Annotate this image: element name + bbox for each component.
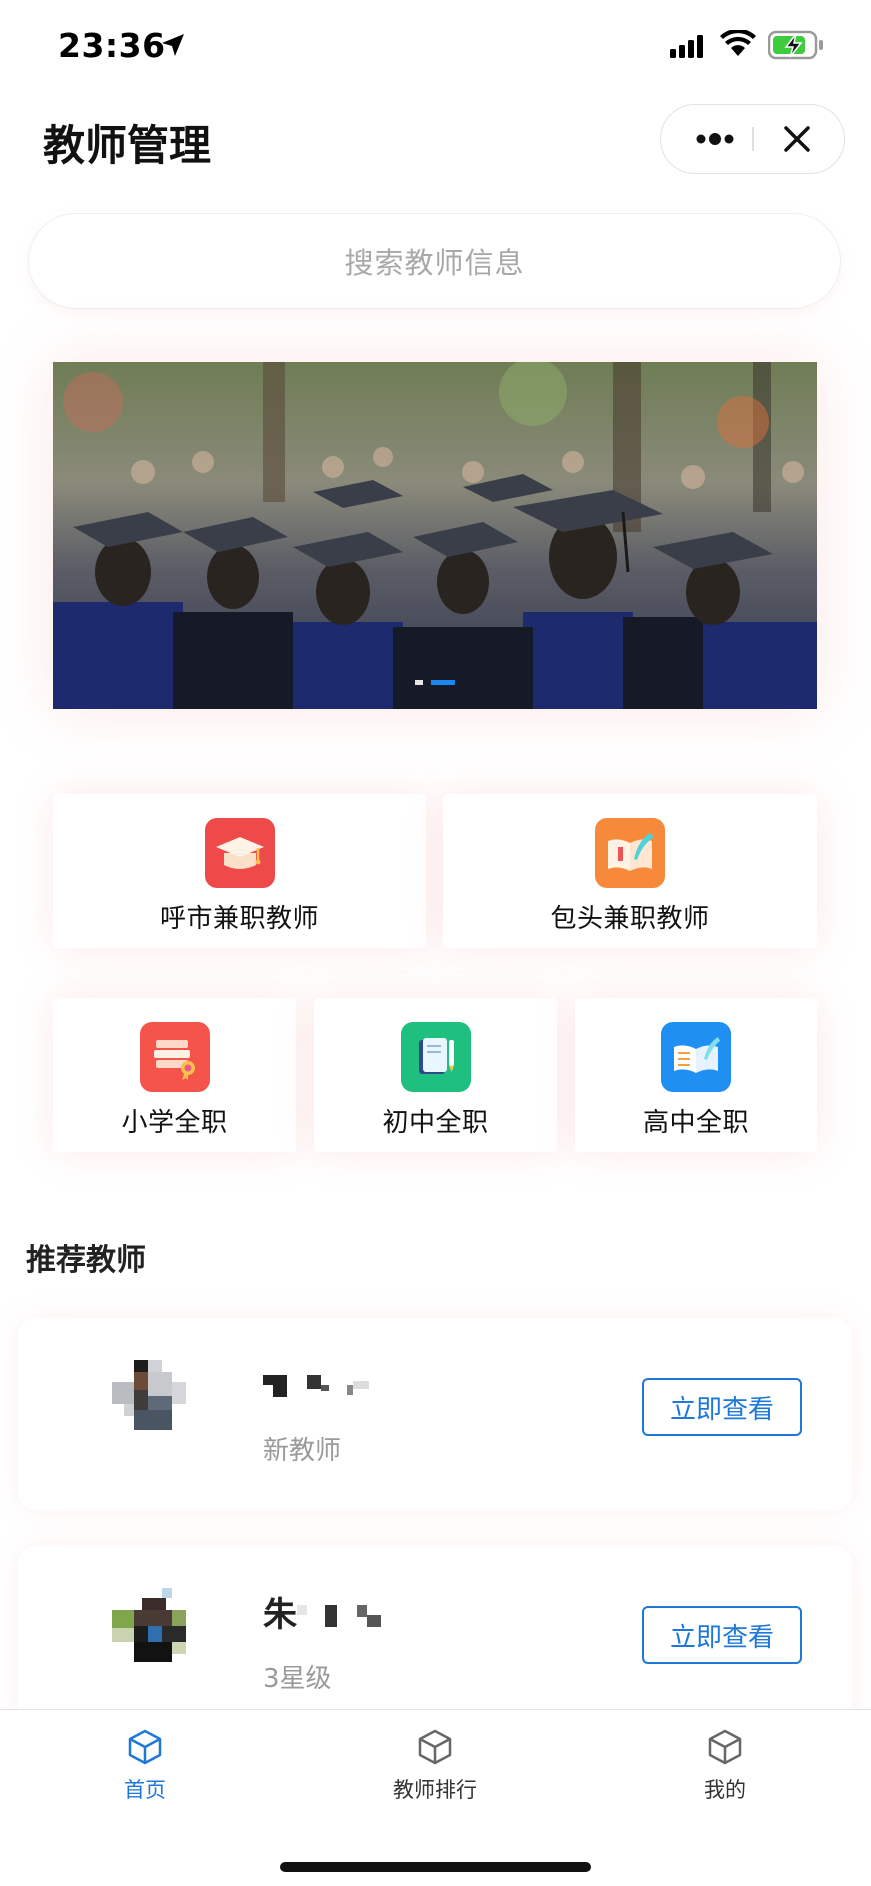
carousel-dots [415, 680, 455, 685]
teacher-avatar [112, 1360, 186, 1430]
notebook-pen-icon [400, 1022, 471, 1092]
tab-teacher-ranking[interactable]: 教师排行 [365, 1728, 505, 1804]
home-indicator[interactable] [280, 1862, 591, 1872]
category-label: 小学全职 [121, 1108, 228, 1138]
teacher-name-pixelated [263, 1375, 369, 1397]
category-label: 呼市兼职教师 [159, 904, 319, 934]
status-time: 23:36 [58, 26, 166, 65]
teacher-name: 朱 [263, 1591, 381, 1635]
tab-label: 教师排行 [393, 1778, 477, 1802]
category-card-high-fulltime[interactable]: 高中全职 [575, 998, 817, 1152]
open-book-quill-icon [595, 818, 665, 888]
category-card-middle-fulltime[interactable]: 初中全职 [314, 998, 557, 1152]
battery-charging-icon [768, 30, 823, 60]
section-title-recommended: 推荐教师 [26, 1243, 146, 1278]
mini-program-capsule [660, 104, 845, 174]
location-arrow-icon [162, 34, 184, 56]
view-now-button[interactable]: 立即查看 [642, 1606, 802, 1664]
carousel-dot-active[interactable] [431, 680, 455, 685]
category-label: 高中全职 [642, 1108, 749, 1138]
graduation-cap-icon [204, 818, 275, 888]
teacher-name-pixelated [297, 1605, 381, 1627]
cube-icon [128, 1729, 162, 1765]
status-bar: 23:36 [0, 0, 871, 96]
category-card-primary-fulltime[interactable]: 小学全职 [53, 998, 296, 1152]
category-card-hushi-parttime[interactable]: 呼市兼职教师 [53, 794, 426, 948]
tab-bar: 首页 教师排行 我的 [0, 1709, 871, 1886]
category-label: 包头兼职教师 [550, 904, 710, 934]
wifi-icon [720, 30, 756, 56]
teacher-avatar [112, 1588, 186, 1662]
banner-image [53, 362, 817, 709]
category-label: 初中全职 [382, 1108, 489, 1138]
cube-icon [708, 1729, 742, 1765]
cube-icon [418, 1729, 452, 1765]
certificate-books-icon [139, 1022, 210, 1092]
category-card-baotou-parttime[interactable]: 包头兼职教师 [443, 794, 817, 948]
teacher-name-visible: 朱 [263, 1594, 297, 1635]
view-now-button[interactable]: 立即查看 [642, 1378, 802, 1436]
close-button[interactable] [767, 105, 827, 172]
page-title: 教师管理 [43, 121, 212, 170]
teacher-level: 3星级 [263, 1664, 332, 1694]
more-button[interactable] [685, 105, 745, 172]
tab-mine[interactable]: 我的 [655, 1728, 795, 1804]
tab-label: 我的 [704, 1778, 746, 1802]
capsule-divider [752, 127, 754, 151]
banner-carousel[interactable] [53, 362, 817, 709]
teacher-card[interactable]: 新教师 立即查看 [18, 1318, 852, 1510]
search-placeholder: 搜索教师信息 [344, 246, 525, 280]
more-dots-icon [696, 132, 734, 145]
tab-label: 首页 [124, 1778, 166, 1802]
carousel-dot[interactable] [415, 680, 423, 685]
cellular-signal-icon [670, 35, 703, 58]
teacher-level: 新教师 [263, 1436, 342, 1466]
tab-home[interactable]: 首页 [75, 1728, 215, 1804]
book-feather-icon [661, 1022, 731, 1092]
search-input[interactable]: 搜索教师信息 [28, 213, 841, 309]
close-icon [784, 125, 810, 152]
